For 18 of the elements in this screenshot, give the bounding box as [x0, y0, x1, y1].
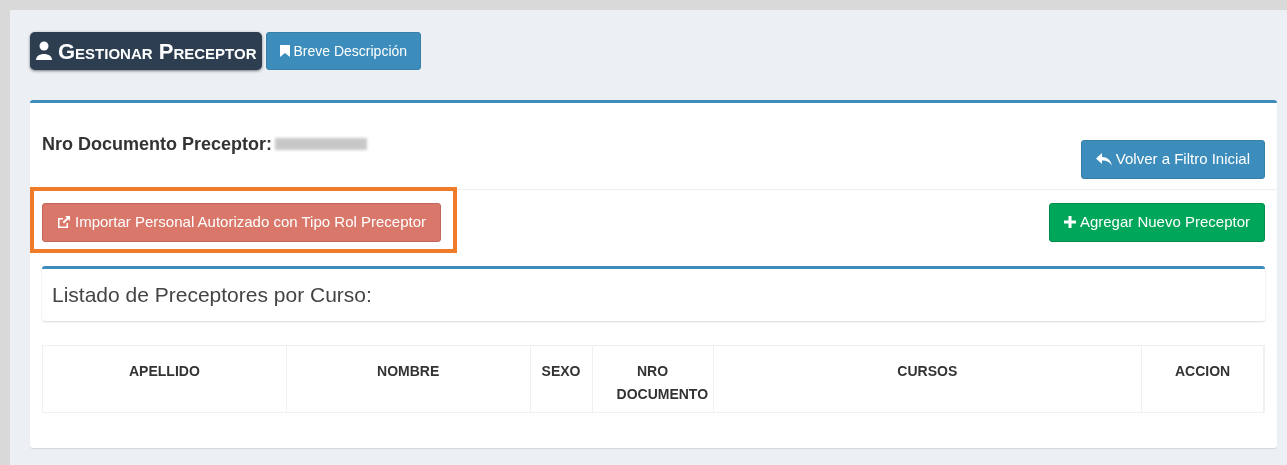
external-link-icon [57, 215, 71, 229]
column-header: APELLIDO [43, 346, 287, 412]
import-button[interactable]: Importar Personal Autorizado con Tipo Rol Preceptor [42, 202, 441, 242]
reply-arrow-icon [1095, 153, 1112, 166]
plus-icon [1063, 216, 1076, 228]
list-title: Listado de Preceptores por Curso: [52, 282, 372, 309]
user-icon [36, 41, 52, 61]
title-text: Gestionar Preceptor [58, 37, 257, 66]
column-header: CURSOS [713, 346, 1143, 412]
document-label: Nro Documento Preceptor: [42, 132, 273, 156]
column-header: ACCION [1142, 346, 1264, 412]
column-header: SEXO [530, 346, 593, 412]
column-header: NOMBRE [286, 346, 531, 412]
add-button[interactable]: Agregar Nuevo Preceptor [1048, 202, 1265, 242]
description-button[interactable]: Breve Descripción [266, 32, 422, 70]
back-button[interactable]: Volver a Filtro Inicial [1080, 140, 1265, 179]
column-header: NRO DOCUMENTO [592, 346, 714, 412]
bookmark-icon [280, 45, 291, 57]
